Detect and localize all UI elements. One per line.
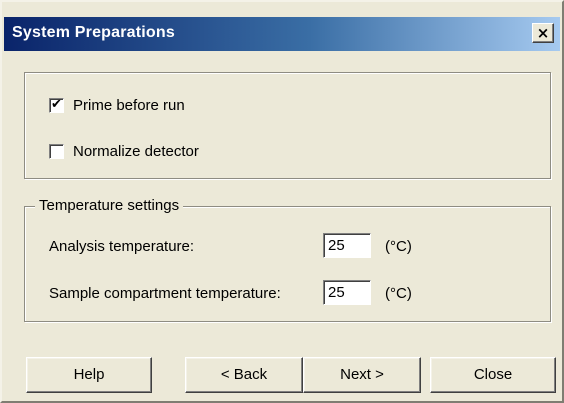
sample-compartment-temperature-unit: (°C) [385, 285, 412, 302]
close-window-button[interactable]: × [532, 23, 554, 43]
close-icon: × [536, 24, 550, 42]
title-bar[interactable]: System Preparations × [4, 17, 560, 51]
normalize-detector-label: Normalize detector [73, 142, 199, 160]
normalize-detector-checkbox[interactable]: Normalize detector [49, 141, 199, 161]
sample-compartment-temperature-label: Sample compartment temperature: [49, 285, 281, 302]
help-button[interactable]: Help [26, 357, 152, 393]
temperature-settings-legend: Temperature settings [35, 197, 184, 214]
analysis-temperature-unit: (°C) [385, 238, 412, 255]
sample-compartment-temperature-input[interactable]: 25 [323, 280, 371, 305]
analysis-temperature-input[interactable]: 25 [323, 233, 371, 258]
options-panel: ✔ Prime before run Normalize detector [24, 72, 551, 179]
prime-before-run-label: Prime before run [73, 96, 185, 114]
prime-before-run-checkbox-box[interactable]: ✔ [49, 96, 64, 113]
temperature-settings-group: Temperature settings Analysis temperatur… [24, 197, 551, 322]
prime-before-run-checkbox[interactable]: ✔ Prime before run [49, 95, 185, 115]
close-button[interactable]: Close [430, 357, 556, 393]
back-button[interactable]: < Back [185, 357, 303, 393]
checkmark-icon: ✔ [51, 96, 62, 112]
normalize-detector-checkbox-box[interactable] [49, 143, 64, 159]
next-button[interactable]: Next > [303, 357, 421, 393]
system-preparations-dialog: System Preparations × ✔ Prime before run… [0, 0, 564, 403]
window-title: System Preparations [12, 24, 175, 41]
analysis-temperature-label: Analysis temperature: [49, 238, 195, 255]
